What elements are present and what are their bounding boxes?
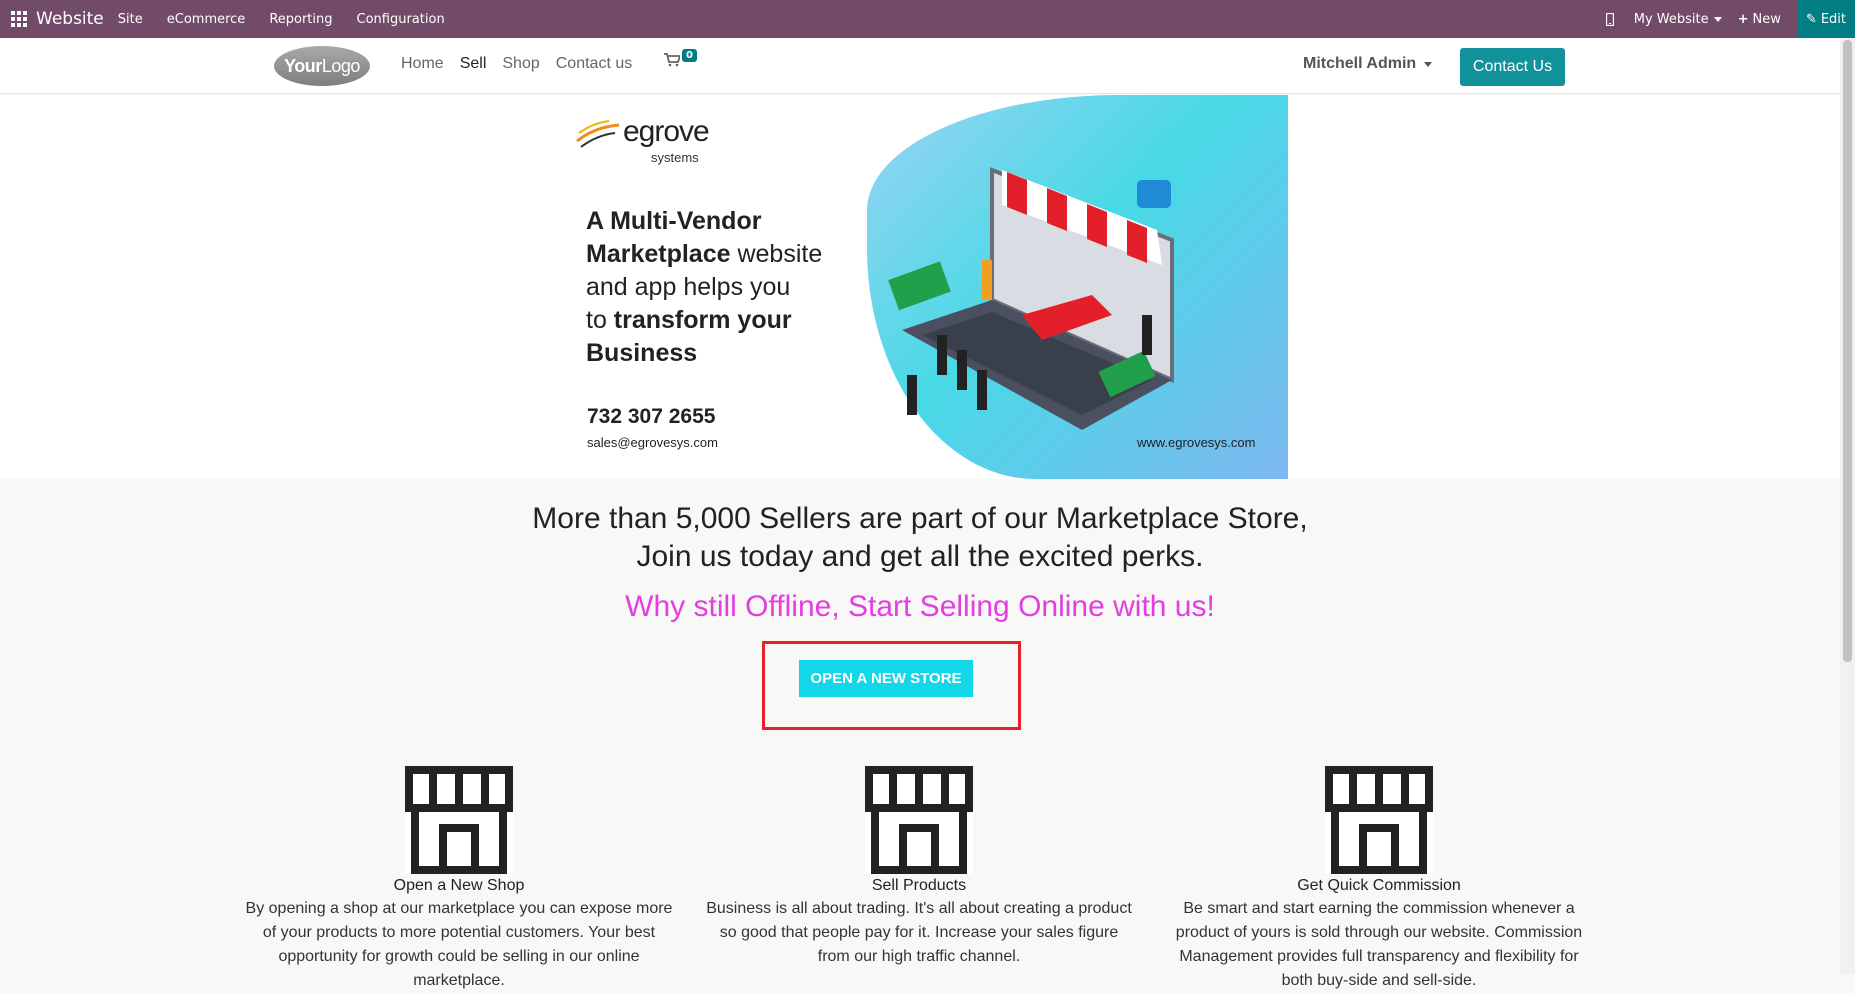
- website-selector[interactable]: My Website: [1634, 12, 1722, 27]
- cart-link[interactable]: 0: [664, 49, 697, 71]
- main-content: More than 5,000 Sellers are part of our …: [0, 480, 1840, 989]
- brand-name: egrove: [623, 115, 710, 149]
- banner-headline: A Multi-Vendor Marketplace website and a…: [586, 205, 846, 370]
- feature-title: Open a New Shop: [393, 877, 525, 894]
- storefront-laptop-illustration: [888, 167, 1174, 430]
- edit-label: Edit: [1820, 11, 1846, 27]
- open-new-store-button[interactable]: OPEN A NEW STORE: [799, 660, 973, 697]
- site-logo[interactable]: Your Logo: [274, 46, 370, 86]
- menu-configuration[interactable]: Configuration: [357, 12, 445, 27]
- menu-reporting[interactable]: Reporting: [269, 12, 332, 27]
- logo-text-bold: Your: [284, 55, 322, 76]
- lead-line-2: Join us today and get all the excited pe…: [636, 540, 1204, 573]
- plus-icon: +: [1737, 11, 1749, 27]
- cart-count-badge: 0: [682, 49, 697, 62]
- headline-line-2-bold: Marketplace: [586, 240, 731, 268]
- top-menu: Site eCommerce Reporting Configuration: [118, 12, 469, 27]
- menu-ecommerce[interactable]: eCommerce: [167, 12, 246, 27]
- chevron-down-icon: [1713, 16, 1722, 22]
- brand-sub: systems: [651, 150, 699, 165]
- headline-line-2: website: [730, 240, 823, 268]
- feature-title: Sell Products: [871, 877, 967, 894]
- brand-text: egrove: [623, 115, 710, 148]
- headline-line-1: A Multi-Vendor: [586, 207, 762, 235]
- nav-home[interactable]: Home: [401, 55, 444, 73]
- page-scrollbar[interactable]: [1840, 38, 1855, 974]
- feature-description: Be smart and start earning the commissio…: [1175, 900, 1583, 989]
- banner-section: egrove systems A Multi-Vendor Marketplac…: [0, 95, 1840, 479]
- website-selector-label: My Website: [1633, 11, 1709, 27]
- pencil-icon: ✎: [1805, 11, 1817, 27]
- feature-description: Business is all about trading. It's all …: [706, 900, 1132, 965]
- nav-shop[interactable]: Shop: [502, 55, 539, 73]
- main-nav: Home Sell Shop Contact us: [401, 55, 648, 73]
- contact-us-button[interactable]: Contact Us: [1460, 48, 1565, 86]
- apps-grid-icon[interactable]: [11, 11, 27, 27]
- storefront-icon: [405, 766, 513, 874]
- headline-line-4-bold: transform your: [613, 306, 792, 334]
- new-label: New: [1752, 11, 1781, 27]
- nav-contact[interactable]: Contact us: [556, 55, 632, 73]
- menu-site[interactable]: Site: [118, 12, 143, 27]
- app-title[interactable]: Website: [36, 9, 104, 29]
- logo-text: Logo: [321, 55, 361, 76]
- edit-button[interactable]: ✎ Edit: [1796, 0, 1855, 38]
- cart-icon: [664, 53, 682, 67]
- banner-url: www.egrovesys.com: [1137, 435, 1256, 450]
- new-button[interactable]: + New: [1738, 12, 1781, 27]
- lead-line-1: More than 5,000 Sellers are part of our …: [532, 502, 1308, 535]
- user-menu[interactable]: Mitchell Admin: [1303, 55, 1433, 73]
- admin-topbar: Website Site eCommerce Reporting Configu…: [0, 0, 1855, 38]
- banner-email: sales@egrovesys.com: [587, 435, 718, 450]
- feature-quick-commission: Get Quick Commission Be smart and start …: [1164, 766, 1594, 993]
- storefront-icon: [1325, 766, 1433, 874]
- feature-open-shop: Open a New Shop By opening a shop at our…: [244, 766, 674, 993]
- scrollbar-thumb[interactable]: [1843, 40, 1852, 662]
- headline-line-4: to: [586, 306, 614, 334]
- feature-description: By opening a shop at our marketplace you…: [245, 900, 673, 989]
- feature-title: Get Quick Commission: [1297, 877, 1461, 894]
- lead-text: More than 5,000 Sellers are part of our …: [0, 500, 1840, 576]
- topbar-right: My Website + New ✎ Edit: [1605, 0, 1855, 38]
- mobile-preview-button[interactable]: [1605, 12, 1614, 26]
- brand-swoosh-icon: [576, 120, 620, 148]
- tagline: Why still Offline, Start Selling Online …: [625, 590, 1215, 623]
- feature-sell-products: Sell Products Business is all about trad…: [704, 766, 1134, 969]
- storefront-icon: [865, 766, 973, 874]
- marketplace-banner: egrove systems A Multi-Vendor Marketplac…: [567, 95, 1288, 479]
- banner-phone: 732 307 2655: [587, 405, 716, 428]
- user-name: Mitchell Admin: [1303, 55, 1417, 72]
- mobile-icon: [1605, 12, 1614, 26]
- headline-line-5: Business: [586, 339, 698, 367]
- website-header: Your Logo Home Sell Shop Contact us 0 Mit…: [0, 38, 1840, 94]
- chevron-down-icon: [1424, 61, 1433, 67]
- headline-line-3: and app helps you: [586, 273, 791, 301]
- nav-sell[interactable]: Sell: [460, 55, 487, 73]
